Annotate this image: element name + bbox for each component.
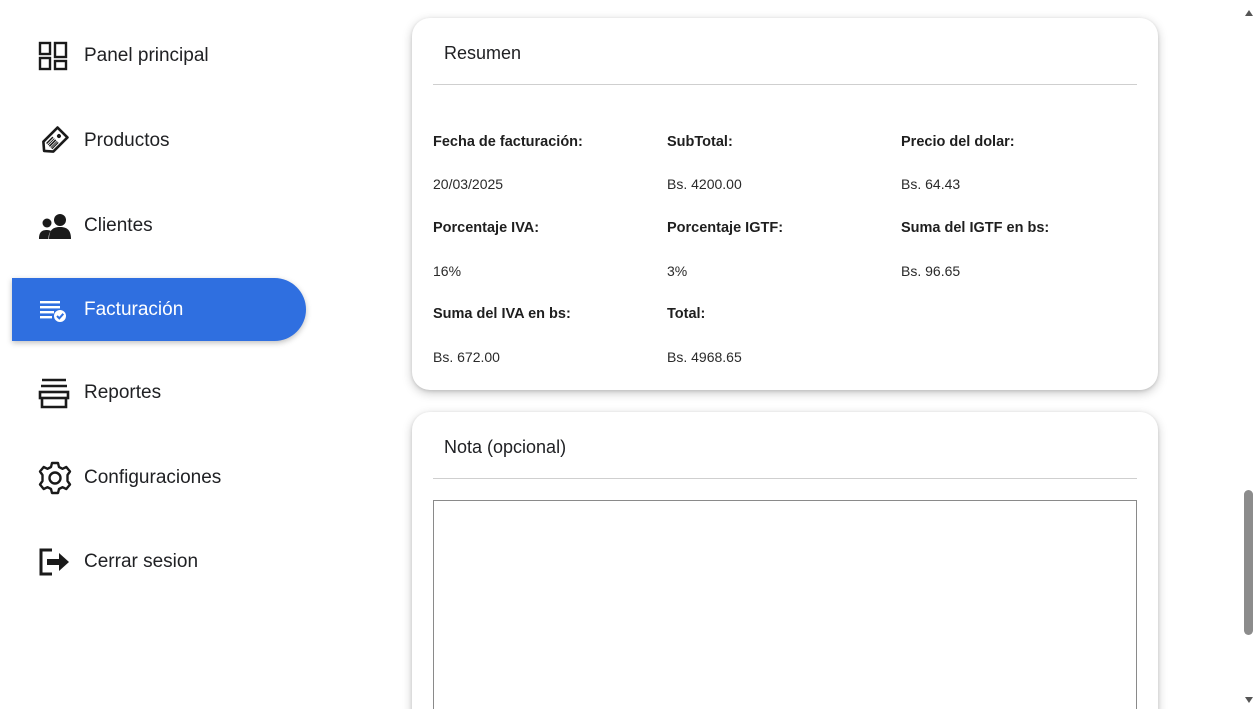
sidebar-item-label: Clientes: [84, 214, 153, 236]
gear-icon: [38, 459, 76, 497]
sidebar-item-productos[interactable]: Productos: [12, 109, 306, 172]
porcentaje-igtf-label: Porcentaje IGTF:: [667, 220, 784, 236]
sidebar-item-reportes[interactable]: Reportes: [12, 361, 306, 424]
suma-iva-value: Bs. 672.00: [433, 349, 500, 365]
resumen-title: Resumen: [444, 43, 522, 63]
sidebar-item-label: Facturación: [84, 298, 184, 320]
subtotal-value: Bs. 4200.00: [667, 176, 742, 192]
suma-iva-label: Suma del IVA en bs:: [433, 306, 571, 322]
total-label: Total:: [667, 306, 706, 322]
sidebar-item-panel-principal[interactable]: Panel principal: [12, 24, 306, 87]
sidebar-item-facturacion[interactable]: Facturación: [12, 278, 306, 341]
reports-icon: [38, 374, 76, 412]
sidebar: Panel principal Productos Clientes Factu…: [0, 0, 320, 709]
sidebar-item-cerrar-sesion[interactable]: Cerrar sesion: [12, 530, 306, 593]
fecha-facturacion-label: Fecha de facturación:: [433, 134, 583, 150]
sidebar-item-label: Productos: [84, 129, 170, 151]
porcentaje-igtf-value: 3%: [667, 263, 688, 279]
scroll-up-arrow-icon[interactable]: [1244, 8, 1254, 18]
subtotal-label: SubTotal:: [667, 134, 733, 150]
precio-dolar-label: Precio del dolar:: [901, 134, 1015, 150]
sidebar-item-configuraciones[interactable]: Configuraciones: [12, 446, 306, 509]
sidebar-item-label: Reportes: [84, 381, 162, 403]
nota-card: Nota (opcional): [412, 412, 1158, 709]
scroll-down-arrow-icon[interactable]: [1244, 695, 1254, 705]
tag-icon: [38, 122, 76, 160]
precio-dolar-value: Bs. 64.43: [901, 176, 961, 192]
people-icon: [38, 207, 76, 245]
total-value: Bs. 4968.65: [667, 349, 742, 365]
suma-igtf-value: Bs. 96.65: [901, 263, 961, 279]
porcentaje-iva-label: Porcentaje IVA:: [433, 220, 540, 236]
logout-icon: [38, 543, 76, 581]
dashboard-icon: [38, 37, 76, 75]
divider: [433, 478, 1137, 479]
porcentaje-iva-value: 16%: [433, 263, 462, 279]
scroll-thumb[interactable]: [1244, 490, 1253, 635]
fecha-facturacion-value: 20/03/2025: [433, 176, 504, 192]
scrollbar[interactable]: [1240, 0, 1258, 709]
sidebar-item-label: Panel principal: [84, 44, 209, 66]
sidebar-item-label: Configuraciones: [84, 466, 222, 488]
nota-textarea[interactable]: [433, 500, 1137, 709]
invoice-check-icon: [38, 291, 76, 329]
divider: [433, 84, 1137, 85]
suma-igtf-label: Suma del IGTF en bs:: [901, 220, 1050, 236]
nota-title: Nota (opcional): [444, 437, 567, 457]
sidebar-item-clientes[interactable]: Clientes: [12, 194, 306, 257]
sidebar-item-label: Cerrar sesion: [84, 550, 199, 572]
resumen-card: Resumen Fecha de facturación: 20/03/2025…: [412, 18, 1158, 390]
